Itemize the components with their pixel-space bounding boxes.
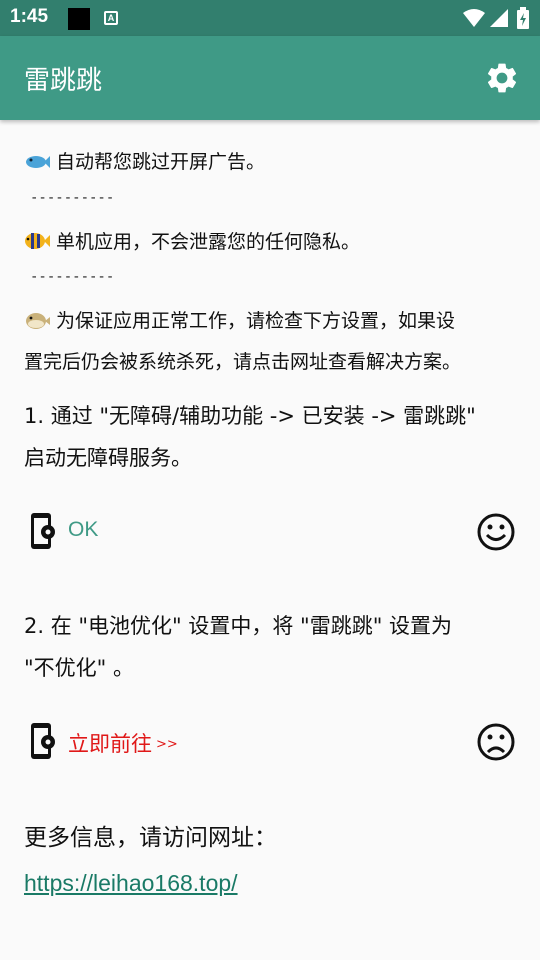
sad-face-icon [477,723,515,761]
tropical-fish-icon [25,233,50,249]
website-link[interactable]: https://leihao168.top/ [24,870,238,897]
phone-settings-icon [31,513,55,549]
step-1-line-2: 启动无障碍服务。 [24,446,192,470]
app-title: 雷跳跳 [24,66,103,96]
intro-line-2: 单机应用，不会泄露您的任何隐私。 [24,227,360,254]
battery-icon [517,7,529,29]
step-1-line-1: 1. 通过 "无障碍/辅助功能 -> 已安装 -> 雷跳跳" [24,404,476,428]
gear-icon[interactable] [484,60,520,96]
separator-1: ---------- [30,190,115,206]
wifi-icon [463,9,485,27]
step-2-line-2: "不优化" 。 [24,656,134,680]
battery-optimization-button[interactable]: 立即前往 >> [24,720,516,764]
step-1-text: 1. 通过 "无障碍/辅助功能 -> 已安装 -> 雷跳跳" 启动无障碍服务。 [24,395,524,479]
step-1-status-label: OK [68,518,99,541]
phone-settings-icon [31,723,55,759]
app-bar: 雷跳跳 [0,36,540,120]
go-now-label: 立即前往 [68,732,152,756]
intro-line-3: 为保证应用正常工作，请检查下方设置，如果设 [24,306,455,333]
status-bar: 1:45 A [0,0,540,36]
intro-line-1: 自动帮您跳过开屏广告。 [24,147,265,174]
intro-text-3a: 为保证应用正常工作，请检查下方设置，如果设 [56,310,456,332]
intro-text-3b: 置完后仍会被系统杀死，请点击网址查看解决方案。 [24,351,462,373]
happy-face-icon [477,513,515,551]
signal-icon [490,9,508,27]
notification-square-icon [68,8,90,30]
intro-text-1: 自动帮您跳过开屏广告。 [56,151,266,173]
separator-2: ---------- [30,269,115,285]
fish-icon [26,156,50,168]
step-2-text: 2. 在 "电池优化" 设置中，将 "雷跳跳" 设置为 "不优化" 。 [24,605,524,689]
step-2-line-1: 2. 在 "电池优化" 设置中，将 "雷跳跳" 设置为 [24,614,453,638]
accessibility-settings-button[interactable]: OK [24,510,516,554]
intro-text-2: 单机应用，不会泄露您的任何隐私。 [56,231,361,253]
blowfish-icon [26,313,50,329]
status-time: 1:45 [10,6,49,27]
go-arrows: >> [156,737,178,752]
more-info-text: 更多信息，请访问网址： [24,825,277,851]
go-now-link[interactable]: 立即前往 >> [68,728,178,758]
font-a-icon: A [104,11,118,25]
